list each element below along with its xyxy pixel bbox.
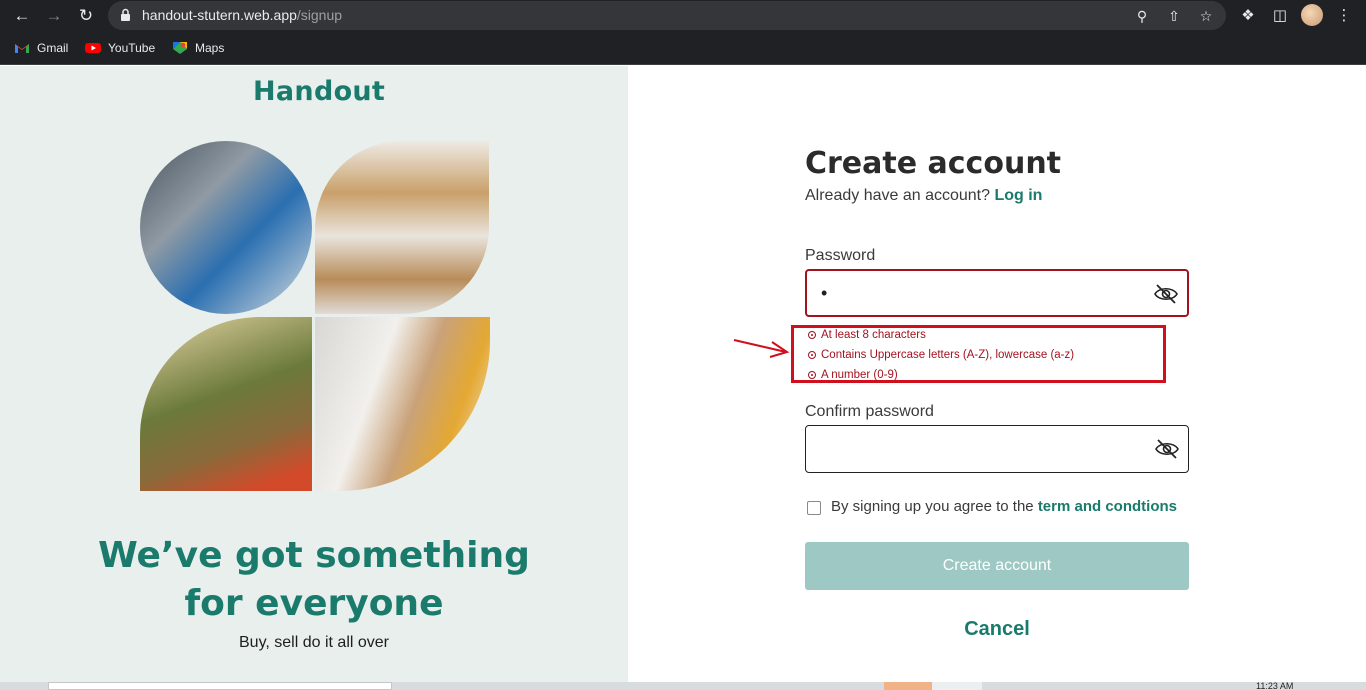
address-bar[interactable]: handout-stutern.web.app/signup ⚲ ⇧ ☆ [108,1,1226,30]
bookmark-label: Maps [195,41,225,55]
login-link[interactable]: Log in [994,187,1042,204]
bookmark-gmail[interactable]: Gmail [14,39,68,57]
password-field[interactable]: • [805,269,1189,317]
youtube-icon [85,43,101,53]
requirement-text: At least 8 characters [821,329,926,341]
profile-avatar[interactable] [1301,4,1323,26]
url-text: handout-stutern.web.app/signup [142,7,343,23]
hero-tagline-line2: for everyone [184,583,444,624]
menu-kebab-icon[interactable]: ⋮ [1333,5,1355,27]
taskbar-app[interactable] [932,682,982,690]
bookmark-label: Gmail [37,41,69,55]
key-icon[interactable]: ⚲ [1132,6,1152,26]
requirement-case: Contains Uppercase letters (A-Z), lowerc… [808,349,1074,361]
signup-page: Handout We’ve got something for everyone… [0,66,1366,682]
terms-checkbox[interactable] [807,501,821,515]
signup-form-panel: Create account Already have an account? … [628,66,1366,682]
error-dot-icon [808,351,816,359]
reload-icon[interactable]: ↻ [74,4,98,28]
side-panel-icon[interactable]: ◫ [1269,5,1291,27]
requirement-number: A number (0-9) [808,369,898,381]
lock-icon [121,8,130,21]
taskbar-clock: 11:23 AM [1256,682,1294,690]
taskbar-search-box[interactable] [48,682,392,690]
hero-image-collage [140,141,490,491]
form-title: Create account [805,146,1062,181]
confirm-password-field[interactable] [805,425,1189,473]
hide-confirm-password-icon[interactable] [1154,437,1180,461]
hide-password-icon[interactable] [1153,282,1179,306]
password-requirements-box: At least 8 characters Contains Uppercase… [791,325,1166,383]
kitchen-shelves-image [315,141,489,314]
office-interior-image [140,141,312,314]
extensions-icon[interactable]: ❖ [1237,5,1259,27]
bookmark-youtube[interactable]: YouTube [85,39,155,57]
requirement-length: At least 8 characters [808,329,926,341]
bookmark-maps[interactable]: Maps [172,39,224,57]
password-label: Password [805,247,876,264]
login-prompt: Already have an account? Log in [805,187,1042,205]
back-arrow-icon[interactable]: ← [10,4,34,28]
hero-subtagline: Buy, sell do it all over [239,634,389,651]
delivery-people-image [315,317,490,491]
password-value: • [821,283,828,303]
terms-text: By signing up you agree to the term and … [831,498,1177,515]
hero-tagline-line1: We’ve got something [98,535,530,576]
error-dot-icon [808,371,816,379]
cancel-button[interactable]: Cancel [805,618,1189,641]
maps-icon [173,42,187,54]
terms-link[interactable]: term and condtions [1038,498,1177,515]
login-prompt-text: Already have an account? [805,187,991,204]
bookmark-label: YouTube [108,41,156,55]
confirm-password-label: Confirm password [805,403,934,420]
hero-panel: Handout We’ve got something for everyone… [0,66,628,682]
taskbar-active-app[interactable] [884,682,932,690]
star-icon[interactable]: ☆ [1196,6,1216,26]
bookmarks-bar: Gmail YouTube Maps [0,32,1366,65]
error-dot-icon [808,331,816,339]
share-icon[interactable]: ⇧ [1164,6,1184,26]
create-account-button[interactable]: Create account [805,542,1189,590]
requirement-text: Contains Uppercase letters (A-Z), lowerc… [821,349,1075,361]
annotation-arrow-icon [733,339,790,358]
forward-arrow-icon[interactable]: → [42,4,66,28]
browser-toolbar: ← → ↻ handout-stutern.web.app/signup ⚲ ⇧… [0,0,1366,32]
handout-logo[interactable]: Handout [253,76,385,107]
requirement-text: A number (0-9) [821,369,898,381]
vegetable-basket-image [140,317,312,491]
gmail-icon [15,44,29,53]
terms-prefix: By signing up you agree to the [831,498,1034,515]
